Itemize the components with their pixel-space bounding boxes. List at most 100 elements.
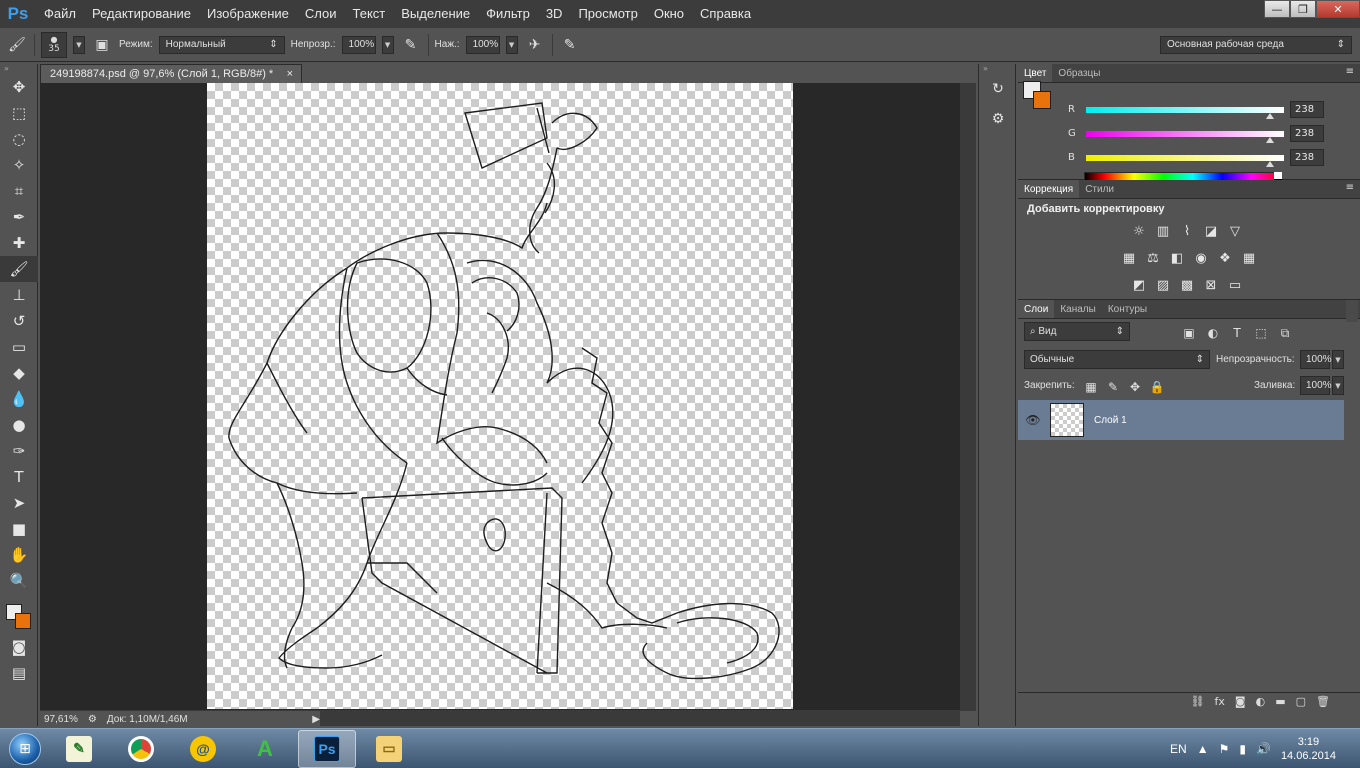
canvas-vertical-scrollbar[interactable]	[960, 83, 976, 711]
zoom-tool-icon[interactable]: 🔍	[0, 568, 38, 594]
pressure-size-icon[interactable]: ✎	[559, 34, 581, 56]
blend-mode-select[interactable]: Нормальный ⇕	[158, 35, 285, 54]
tab-swatches[interactable]: Образцы	[1052, 64, 1106, 82]
rectangle-tool-icon[interactable]: ■	[0, 516, 38, 542]
pixel-layer-filter-icon[interactable]: ▣	[1180, 324, 1198, 342]
eraser-tool-icon[interactable]: ▭	[0, 334, 38, 360]
red-slider-thumb[interactable]	[1266, 112, 1275, 119]
taskbar-app-aimp[interactable]: A	[236, 730, 294, 768]
screen-mode-icon[interactable]: ▤	[0, 660, 38, 686]
clock[interactable]: 3:19 14.06.2014	[1281, 735, 1336, 763]
eyedropper-tool-icon[interactable]: ✒	[0, 204, 38, 230]
status-options-icon[interactable]: ⚙	[88, 714, 97, 725]
tab-layers[interactable]: Слои	[1018, 300, 1055, 318]
taskbar-app-explorer[interactable]: ▭	[360, 730, 418, 768]
tab-paths[interactable]: Контуры	[1102, 300, 1153, 318]
channel-mixer-icon[interactable]: ❖	[1216, 249, 1234, 267]
panel-menu-icon[interactable]: ≡	[1346, 182, 1354, 193]
photo-filter-icon[interactable]: ◉	[1192, 249, 1210, 267]
gradient-map-icon[interactable]: ▭	[1226, 276, 1244, 294]
red-slider[interactable]	[1086, 106, 1284, 119]
layer-thumbnail[interactable]	[1050, 403, 1084, 437]
restore-button[interactable]: ❐	[1290, 0, 1316, 18]
vibrance-icon[interactable]: ▽	[1226, 222, 1244, 240]
fill-dropdown[interactable]: ▼	[1332, 376, 1344, 395]
green-value-input[interactable]: 238	[1290, 125, 1324, 142]
background-color-swatch[interactable]	[15, 613, 31, 629]
layer-name[interactable]: Слой 1	[1094, 415, 1127, 426]
brightness-contrast-icon[interactable]: ☼	[1130, 222, 1148, 240]
lock-all-icon[interactable]: 🔒	[1148, 378, 1166, 396]
white-swatch[interactable]	[1274, 172, 1282, 179]
blur-tool-icon[interactable]: 💧	[0, 386, 38, 412]
red-value-input[interactable]: 238	[1290, 101, 1324, 118]
color-balance-icon[interactable]: ⚖	[1144, 249, 1162, 267]
black-white-icon[interactable]: ◧	[1168, 249, 1186, 267]
dodge-tool-icon[interactable]: ●	[0, 412, 38, 438]
history-brush-tool-icon[interactable]: ↺	[0, 308, 38, 334]
status-menu-arrow-icon[interactable]: ▶	[312, 714, 320, 725]
threshold-icon[interactable]: ▩	[1178, 276, 1196, 294]
tab-color[interactable]: Цвет	[1018, 64, 1053, 82]
layer-row[interactable]: 👁 Слой 1	[1018, 400, 1344, 440]
airbrush-icon[interactable]: ✈	[524, 34, 546, 56]
opacity-input[interactable]: 100%	[341, 35, 376, 54]
exposure-icon[interactable]: ◪	[1202, 222, 1220, 240]
green-slider[interactable]	[1086, 130, 1284, 143]
magic-wand-tool-icon[interactable]: ✧	[0, 152, 38, 178]
type-tool-icon[interactable]: T	[0, 464, 38, 490]
opacity-dropdown[interactable]: ▼	[381, 35, 394, 54]
layer-blend-mode-select[interactable]: Обычные ⇕	[1024, 350, 1210, 369]
adjustment-layer-filter-icon[interactable]: ◐	[1204, 324, 1222, 342]
panel-menu-icon[interactable]: ≡	[1346, 66, 1354, 77]
layer-opacity-input[interactable]: 100%	[1300, 350, 1332, 369]
marquee-tool-icon[interactable]: ⬚	[0, 100, 38, 126]
brush-preset-picker[interactable]: ● 35	[41, 31, 67, 58]
menu-filter[interactable]: Фильтр	[478, 0, 538, 28]
menu-help[interactable]: Справка	[692, 0, 759, 28]
pressure-opacity-icon[interactable]: ✎	[400, 34, 422, 56]
link-layers-icon[interactable]: ⛓	[1191, 695, 1205, 708]
hand-tool-icon[interactable]: ✋	[0, 542, 38, 568]
blue-slider[interactable]	[1086, 154, 1284, 167]
taskbar-app-notepadpp[interactable]: ✎	[50, 730, 108, 768]
background-color-swatch[interactable]	[1033, 91, 1051, 109]
document-tab[interactable]: 249198874.psd @ 97,6% (Слой 1, RGB/8#) *…	[40, 64, 302, 83]
minimize-button[interactable]: —	[1264, 0, 1290, 18]
menu-view[interactable]: Просмотр	[570, 0, 645, 28]
workspace-select[interactable]: Основная рабочая среда ⇕	[1160, 35, 1352, 54]
taskbar-app-photoshop[interactable]: Ps	[298, 729, 356, 768]
smart-object-filter-icon[interactable]: ⧉	[1276, 324, 1294, 342]
curves-icon[interactable]: ⌇	[1178, 222, 1196, 240]
fill-input[interactable]: 100%	[1300, 376, 1332, 395]
hue-saturation-icon[interactable]: ▦	[1120, 249, 1138, 267]
lock-pixels-icon[interactable]: ✎	[1104, 378, 1122, 396]
type-layer-filter-icon[interactable]: T	[1228, 324, 1246, 342]
path-selection-tool-icon[interactable]: ➤	[0, 490, 38, 516]
lock-transparency-icon[interactable]: ▦	[1082, 378, 1100, 396]
menu-select[interactable]: Выделение	[393, 0, 478, 28]
properties-panel-icon[interactable]: ⚙	[979, 104, 1017, 134]
new-group-icon[interactable]: ▬	[1275, 695, 1285, 708]
brush-panel-toggle-icon[interactable]: ▣	[91, 34, 113, 56]
visibility-eye-icon[interactable]: 👁	[1018, 413, 1048, 427]
new-layer-icon[interactable]: ▢	[1296, 695, 1306, 708]
flow-input[interactable]: 100%	[465, 35, 500, 54]
canvas-area[interactable]	[40, 83, 976, 711]
network-icon[interactable]: ▮	[1239, 742, 1246, 756]
menu-3d[interactable]: 3D	[538, 0, 571, 28]
menu-window[interactable]: Окно	[646, 0, 692, 28]
brush-preset-dropdown[interactable]: ▼	[73, 35, 85, 54]
healing-brush-tool-icon[interactable]: ✚	[0, 230, 38, 256]
history-panel-icon[interactable]: ↻	[979, 74, 1017, 104]
clone-stamp-tool-icon[interactable]: ⊥	[0, 282, 38, 308]
blue-slider-thumb[interactable]	[1266, 160, 1275, 167]
crop-tool-icon[interactable]: ⌗	[0, 178, 38, 204]
zoom-level[interactable]: 97,61%	[44, 714, 78, 725]
menu-file[interactable]: Файл	[36, 0, 84, 28]
menu-edit[interactable]: Редактирование	[84, 0, 199, 28]
new-adjustment-layer-icon[interactable]: ◐	[1256, 695, 1266, 708]
layer-filter-select[interactable]: ⌕ Вид ⇕	[1024, 322, 1130, 341]
taskbar-app-mail[interactable]: @	[174, 730, 232, 768]
quick-mask-icon[interactable]: ◙	[0, 634, 38, 660]
